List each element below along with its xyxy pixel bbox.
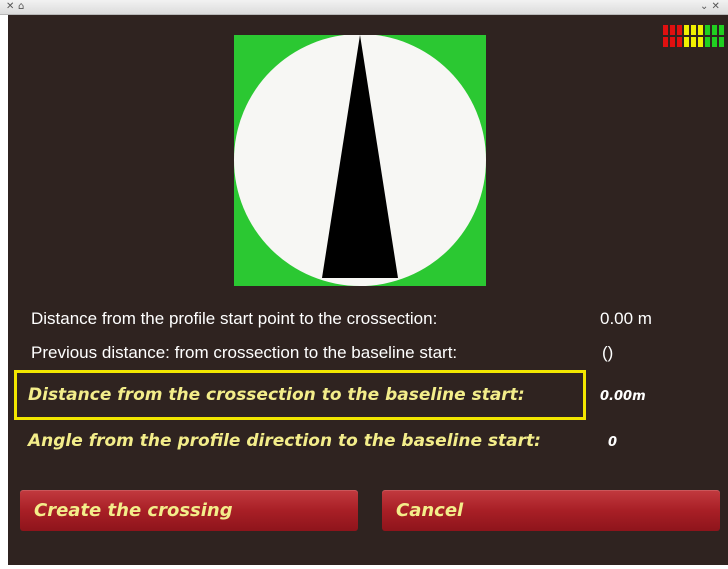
distance-profile-label: Distance from the profile start point to… (31, 309, 438, 328)
level-meter-bar (712, 37, 717, 47)
window-controls-icon[interactable]: ⌄ ✕ (700, 0, 720, 14)
level-meter-bar (677, 25, 682, 35)
angle-baseline-value: 0 (608, 435, 618, 450)
create-crossing-button[interactable]: Create the crossing (20, 490, 358, 531)
previous-distance-label: Previous distance: from crossection to t… (31, 343, 458, 362)
direction-gauge (234, 35, 486, 286)
level-meter-bar (663, 37, 668, 47)
angle-baseline-field[interactable]: Angle from the profile direction to the … (28, 431, 541, 451)
signal-level-meter (663, 25, 727, 55)
cancel-button[interactable]: Cancel (382, 490, 720, 531)
distance-profile-value: 0.00 m (600, 309, 652, 328)
level-meter-bar (705, 37, 710, 47)
level-meter-bar (719, 25, 724, 35)
distance-baseline-field[interactable]: Distance from the crossection to the bas… (28, 385, 525, 405)
title-bar: ✕ ⌂ ⌄ ✕ (0, 0, 728, 15)
level-meter-bar (698, 37, 703, 47)
level-meter-bar (691, 37, 696, 47)
level-meter-bar (719, 37, 724, 47)
crossing-dialog: Distance from the profile start point to… (8, 15, 728, 565)
level-meter-bar (684, 37, 689, 47)
level-meter-bar (670, 25, 675, 35)
level-meter-bar (670, 37, 675, 47)
level-meter-bar (698, 25, 703, 35)
level-meter-bar (684, 25, 689, 35)
distance-baseline-value: 0.00m (600, 389, 646, 404)
previous-distance-value: () (602, 343, 614, 362)
level-meter-bar (705, 25, 710, 35)
level-meter-bar (663, 25, 668, 35)
close-window-icon[interactable]: ✕ (6, 0, 14, 14)
level-meter-bar (691, 25, 696, 35)
level-meter-bar (712, 25, 717, 35)
level-meter-bar (677, 37, 682, 47)
window-menu-icon[interactable]: ⌂ (18, 0, 24, 14)
